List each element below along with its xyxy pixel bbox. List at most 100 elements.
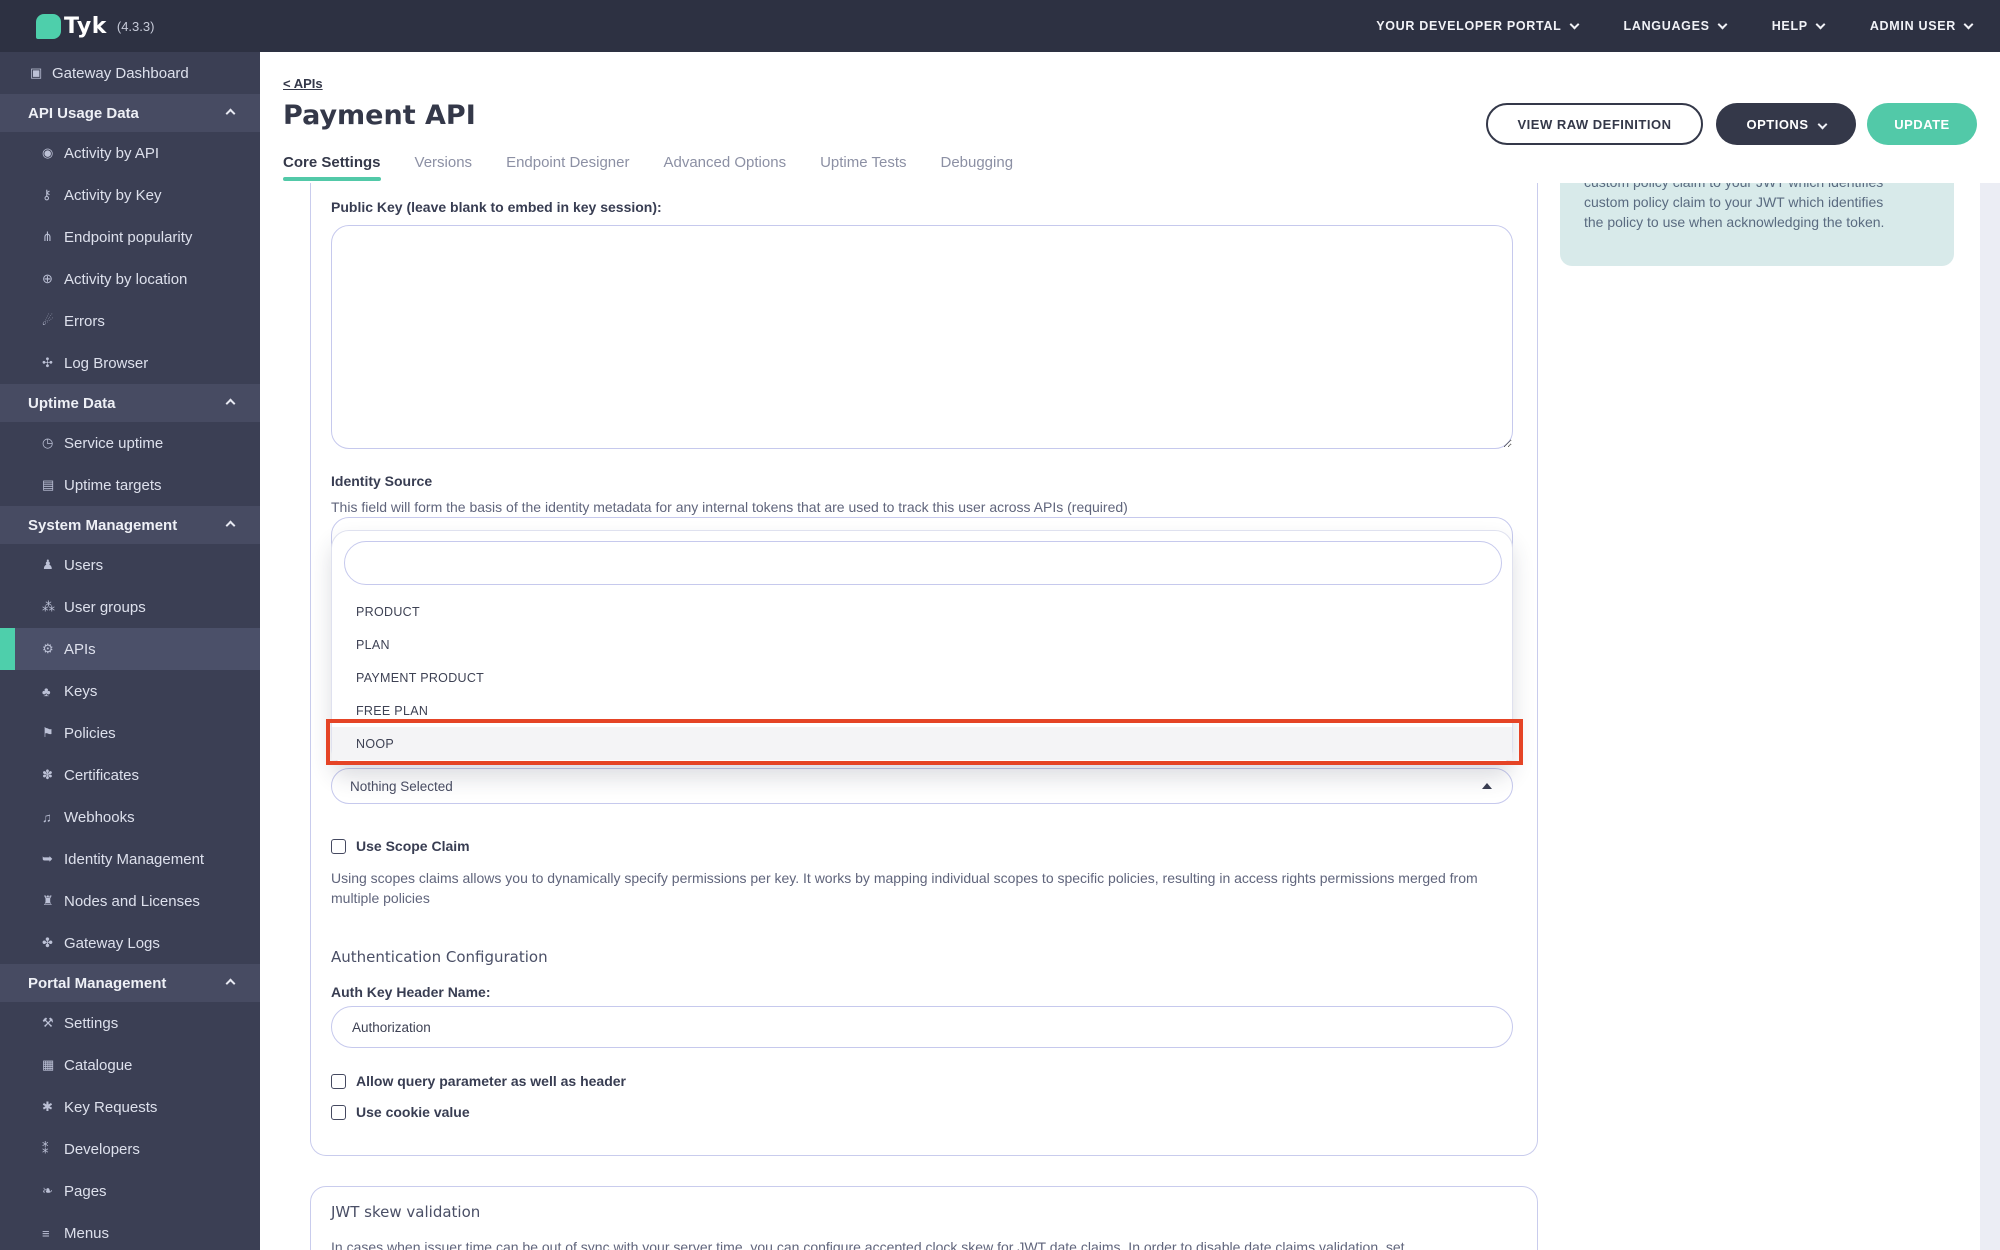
sidebar-item-log-browser[interactable]: ✣Log Browser [0, 342, 260, 384]
chevron-up-icon [226, 398, 236, 408]
menu-lines-icon: ≡ [42, 1226, 64, 1241]
chevron-down-icon [1964, 20, 1974, 30]
version-label: (4.3.3) [117, 19, 155, 34]
section-label: Portal Management [28, 975, 166, 992]
section-label: Uptime Data [28, 395, 116, 412]
sidebar-item-label: Menus [64, 1225, 109, 1242]
sidebar-section-system-management[interactable]: System Management [0, 506, 260, 544]
monitor-icon: ▣ [30, 65, 52, 81]
option-product[interactable]: PRODUCT [332, 595, 1512, 628]
sidebar-item-nodes-and-licenses[interactable]: ♜Nodes and Licenses [0, 880, 260, 922]
menu-developer-portal[interactable]: YOUR DEVELOPER PORTAL [1376, 19, 1577, 33]
sidebar-item-activity-by-location[interactable]: ⊕Activity by location [0, 258, 260, 300]
leaf-icon: ❧ [42, 1183, 64, 1199]
tyk-leaf-icon [36, 14, 61, 39]
sidebar-item-webhooks[interactable]: ♫Webhooks [0, 796, 260, 838]
sidebar-item-identity-management[interactable]: ➥Identity Management [0, 838, 260, 880]
sidebar-item-uptime-targets[interactable]: ▤Uptime targets [0, 464, 260, 506]
allow-query-parameter-checkbox[interactable] [331, 1074, 346, 1089]
breadcrumb-apis-link[interactable]: < APIs [283, 76, 323, 91]
tab-debugging[interactable]: Debugging [940, 154, 1013, 181]
sidebar-section-uptime-data[interactable]: Uptime Data [0, 384, 260, 422]
option-payment-product[interactable]: PAYMENT PRODUCT [332, 661, 1512, 694]
tab-versions[interactable]: Versions [415, 154, 473, 181]
policy-select[interactable]: Nothing Selected [331, 768, 1513, 804]
topbar-menu: YOUR DEVELOPER PORTAL LANGUAGES HELP ADM… [1376, 0, 1972, 52]
use-scope-claim-checkbox[interactable] [331, 839, 346, 854]
sidebar-item-label: Log Browser [64, 355, 148, 372]
sidebar-item-developers[interactable]: ⁑Developers [0, 1128, 260, 1170]
sidebar-item-menus[interactable]: ≡Menus [0, 1212, 260, 1250]
chevron-down-icon [1815, 20, 1825, 30]
chevron-up-icon [226, 978, 236, 988]
wrench-icon: ⚒ [42, 1015, 64, 1031]
sidebar-item-label: Users [64, 557, 103, 574]
sidebar-item-service-uptime[interactable]: ◷Service uptime [0, 422, 260, 464]
sidebar-item-activity-by-api[interactable]: ◉Activity by API [0, 132, 260, 174]
identity-source-description: This field will form the basis of the id… [331, 497, 1128, 517]
sidebar-item-catalogue[interactable]: ▦Catalogue [0, 1044, 260, 1086]
sidebar: ▣Gateway Dashboard API Usage Data ◉Activ… [0, 52, 260, 1250]
sidebar-item-keys[interactable]: ♣Keys [0, 670, 260, 712]
bug-icon: ✣ [42, 355, 64, 371]
policy-select-value: Nothing Selected [350, 779, 453, 794]
core-settings-card: Public Key (leave blank to embed in key … [310, 183, 1538, 1156]
update-button[interactable]: UPDATE [1867, 103, 1977, 145]
option-plan[interactable]: PLAN [332, 628, 1512, 661]
bank-icon: ♜ [42, 893, 64, 909]
sidebar-item-certificates[interactable]: ✽Certificates [0, 754, 260, 796]
sidebar-item-endpoint-popularity[interactable]: ⋔Endpoint popularity [0, 216, 260, 258]
tab-advanced-options[interactable]: Advanced Options [663, 154, 786, 181]
sidebar-item-policies[interactable]: ⚑Policies [0, 712, 260, 754]
authentication-configuration-heading: Authentication Configuration [331, 948, 548, 966]
sidebar-section-api-usage-data[interactable]: API Usage Data [0, 94, 260, 132]
sidebar-item-label: Developers [64, 1141, 140, 1158]
scope-claim-description: Using scopes claims allows you to dynami… [331, 868, 1511, 908]
sidebar-item-gateway-dashboard[interactable]: ▣Gateway Dashboard [0, 52, 260, 94]
option-noop[interactable]: NOOP [332, 727, 1512, 760]
sidebar-item-apis[interactable]: ⚙APIs [0, 628, 260, 670]
sidebar-item-user-groups[interactable]: ⁂User groups [0, 586, 260, 628]
sidebar-item-settings[interactable]: ⚒Settings [0, 1002, 260, 1044]
sidebar-item-gateway-logs[interactable]: ✤Gateway Logs [0, 922, 260, 964]
topbar: Tyk (4.3.3) YOUR DEVELOPER PORTAL LANGUA… [0, 0, 2000, 52]
sidebar-item-key-requests[interactable]: ✱Key Requests [0, 1086, 260, 1128]
sidebar-item-pages[interactable]: ❧Pages [0, 1170, 260, 1212]
chevron-down-icon [1817, 119, 1827, 129]
sidebar-item-label: Pages [64, 1183, 107, 1200]
jwt-skew-validation-title: JWT skew validation [331, 1203, 480, 1221]
hook-arrow-icon: ➥ [42, 851, 64, 867]
dropdown-search-input[interactable] [344, 541, 1502, 585]
tyk-logo[interactable]: Tyk (4.3.3) [36, 14, 154, 39]
menu-admin-user[interactable]: ADMIN USER [1870, 19, 1972, 33]
page-title: Payment API [283, 100, 476, 131]
menu-languages[interactable]: LANGUAGES [1624, 19, 1726, 33]
use-cookie-value-row[interactable]: Use cookie value [331, 1104, 470, 1120]
menu-help[interactable]: HELP [1772, 19, 1824, 33]
sidebar-section-portal-management[interactable]: Portal Management [0, 964, 260, 1002]
allow-query-parameter-row[interactable]: Allow query parameter as well as header [331, 1073, 626, 1089]
sidebar-item-errors[interactable]: ☄Errors [0, 300, 260, 342]
options-button[interactable]: OPTIONS [1716, 103, 1856, 145]
tab-uptime-tests[interactable]: Uptime Tests [820, 154, 906, 181]
use-scope-claim-row[interactable]: Use Scope Claim [331, 838, 470, 854]
chevron-down-icon [1569, 20, 1579, 30]
sidebar-item-label: Gateway Logs [64, 935, 160, 952]
sidebar-item-activity-by-key[interactable]: ⚷Activity by Key [0, 174, 260, 216]
flag-icon: ⚑ [42, 725, 64, 741]
public-key-textarea[interactable] [331, 225, 1513, 449]
scrollbar[interactable] [1980, 183, 2000, 1250]
tab-endpoint-designer[interactable]: Endpoint Designer [506, 154, 629, 181]
use-cookie-value-checkbox[interactable] [331, 1105, 346, 1120]
sidebar-item-label: Gateway Dashboard [52, 65, 189, 82]
caret-up-icon [1482, 783, 1492, 789]
sidebar-item-users[interactable]: ♟Users [0, 544, 260, 586]
tab-core-settings[interactable]: Core Settings [283, 154, 381, 181]
option-free-plan[interactable]: FREE PLAN [332, 694, 1512, 727]
sidebar-item-label: APIs [64, 641, 96, 658]
jwt-skew-validation-card: JWT skew validation In cases when issuer… [310, 1186, 1538, 1250]
view-raw-definition-button[interactable]: VIEW RAW DEFINITION [1486, 103, 1703, 145]
auth-key-header-input[interactable] [331, 1006, 1513, 1048]
chevron-down-icon [1717, 20, 1727, 30]
user-icon: ♟ [42, 557, 64, 573]
